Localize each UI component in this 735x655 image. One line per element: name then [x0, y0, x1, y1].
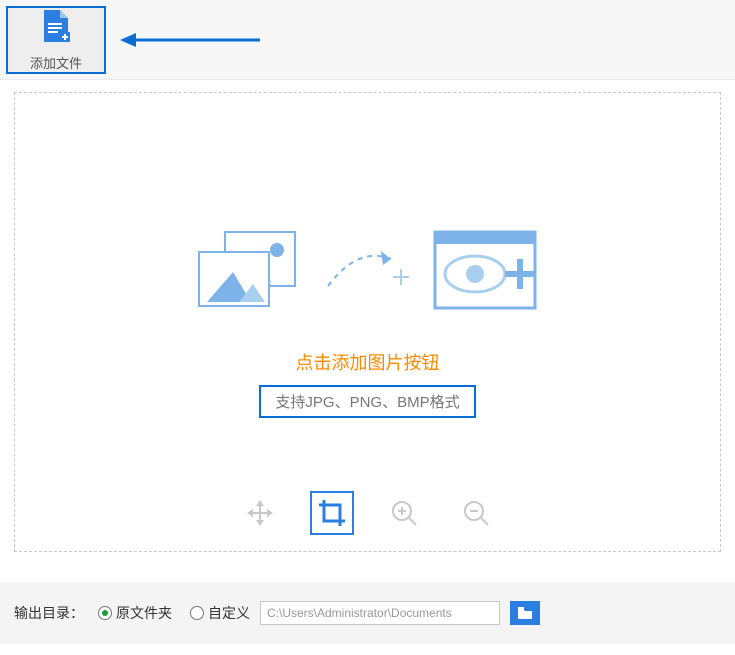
- tutorial-arrow: [120, 30, 260, 50]
- output-dir-label: 输出目录：: [14, 603, 84, 623]
- output-path-value: C:\Users\Administrator\Documents: [267, 606, 452, 620]
- radio-custom-folder[interactable]: 自定义: [190, 603, 250, 623]
- folder-icon: [517, 606, 533, 620]
- zoom-in-button[interactable]: [382, 491, 426, 535]
- zoom-in-icon: [389, 498, 419, 528]
- add-file-button[interactable]: 添加文件: [6, 6, 106, 74]
- radio-original-folder[interactable]: 原文件夹: [98, 603, 172, 623]
- radio-icon: [98, 606, 112, 620]
- radio-original-label: 原文件夹: [116, 603, 172, 623]
- crop-icon: [317, 498, 347, 528]
- dropzone-sub-text: 支持JPG、PNG、BMP格式: [259, 385, 475, 418]
- radio-icon: [190, 606, 204, 620]
- illustration: [195, 226, 541, 321]
- output-path-input[interactable]: C:\Users\Administrator\Documents: [260, 601, 500, 625]
- file-plus-icon: [40, 8, 72, 49]
- add-file-label: 添加文件: [30, 53, 82, 72]
- zoom-out-button[interactable]: [454, 491, 498, 535]
- zoom-out-icon: [461, 498, 491, 528]
- browse-folder-button[interactable]: [510, 601, 540, 625]
- dropzone-main-text: 点击添加图片按钮: [296, 349, 440, 375]
- crop-tool-button[interactable]: [310, 491, 354, 535]
- preview-eye-icon: [431, 226, 541, 321]
- arrow-transfer-icon: [323, 241, 413, 306]
- radio-custom-label: 自定义: [208, 603, 250, 623]
- dropzone[interactable]: 点击添加图片按钮 支持JPG、PNG、BMP格式: [14, 92, 721, 552]
- move-tool-button[interactable]: [238, 491, 282, 535]
- move-icon: [245, 498, 275, 528]
- images-icon: [195, 226, 305, 321]
